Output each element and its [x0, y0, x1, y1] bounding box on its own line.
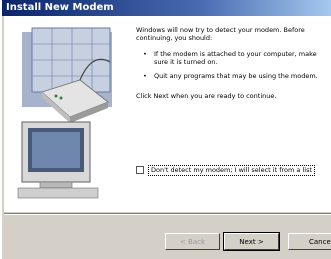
button-separator — [4, 213, 331, 215]
instruction-list: • If the modem is attached to your comput… — [136, 50, 331, 80]
dont-detect-checkbox-row[interactable]: Don't detect my modem; I will select it … — [136, 164, 331, 176]
dont-detect-checkbox[interactable] — [136, 166, 144, 174]
install-modem-dialog: Install New Modem Windows will now try t… — [0, 0, 331, 259]
bullet-text: Quit any programs that may be using the … — [154, 72, 318, 80]
dont-detect-label[interactable]: Don't detect my modem; I will select it … — [148, 164, 316, 176]
list-item: • Quit any programs that may be using the… — [136, 72, 331, 80]
title-bar[interactable]: Install New Modem — [2, 0, 331, 16]
cancel-button[interactable]: Cancel — [288, 233, 331, 250]
intro-text: Windows will now try to detect your mode… — [136, 26, 305, 42]
wizard-content: Windows will now try to detect your mode… — [4, 16, 331, 212]
bullet-text: If the modem is attached to your compute… — [154, 50, 317, 66]
window-title: Install New Modem — [6, 2, 114, 13]
wizard-text: Windows will now try to detect your mode… — [136, 26, 331, 100]
wizard-illustration — [10, 22, 125, 206]
bullet-icon: • — [143, 50, 147, 58]
list-item: • If the modem is attached to your comput… — [136, 50, 331, 66]
back-button[interactable]: < Back — [165, 233, 220, 250]
continue-instruction: Click Next when you are ready to continu… — [136, 92, 277, 100]
bullet-icon: • — [143, 72, 147, 80]
next-button[interactable]: Next > — [223, 232, 280, 251]
